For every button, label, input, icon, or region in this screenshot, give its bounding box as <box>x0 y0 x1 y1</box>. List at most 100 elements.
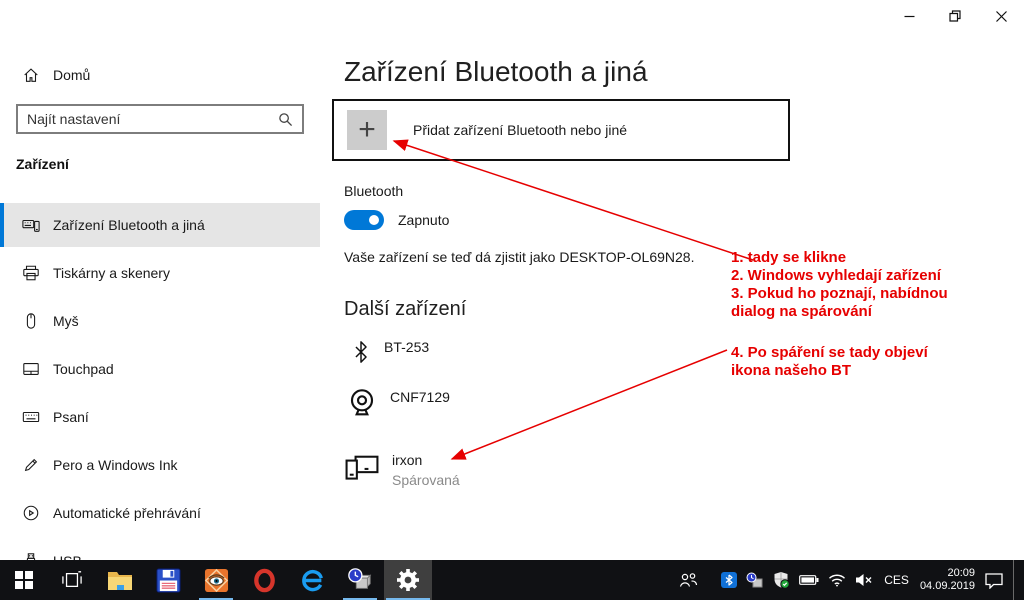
minimize-button[interactable] <box>886 0 932 32</box>
annotation-line: 4. Po spáření se tady objeví <box>731 344 928 362</box>
file-explorer-icon <box>107 569 133 591</box>
nav-label: Myš <box>53 313 79 329</box>
restore-button[interactable] <box>932 0 978 32</box>
restore-icon <box>949 10 961 22</box>
home-icon <box>22 66 40 84</box>
device-status: Spárovaná <box>392 472 460 488</box>
bluetooth-toggle[interactable] <box>344 210 384 230</box>
printer-icon <box>22 264 40 282</box>
annotation-line: 1. tady se klikne <box>731 249 948 267</box>
battery-icon <box>799 572 819 588</box>
arrow-to-irxon <box>452 350 727 459</box>
nav-label: Tiskárny a skenery <box>53 265 170 281</box>
annotation-line: ikona našeho BT <box>731 362 928 380</box>
wifi-icon <box>828 573 846 587</box>
sidebar-item-typing[interactable]: Psaní <box>0 395 320 439</box>
start-button[interactable] <box>0 560 48 600</box>
opera-button[interactable] <box>240 560 288 600</box>
minimize-icon <box>904 11 915 22</box>
floppy-disk-icon <box>156 568 181 593</box>
sidebar-item-printers[interactable]: Tiskárny a skenery <box>0 251 320 295</box>
action-center-icon <box>984 572 1004 589</box>
phone-monitor-icon <box>344 450 380 484</box>
opera-icon <box>252 568 277 593</box>
file-explorer-button[interactable] <box>96 560 144 600</box>
wifi-button[interactable] <box>828 573 846 587</box>
close-button[interactable] <box>978 0 1024 32</box>
touchpad-icon <box>22 360 40 378</box>
bluetooth-icon <box>350 337 372 367</box>
sidebar-section-header: Zařízení <box>16 156 69 172</box>
other-devices-heading: Další zařízení <box>344 298 466 321</box>
task-view-icon <box>61 570 83 590</box>
people-button[interactable] <box>679 572 698 588</box>
sidebar-home-label: Domů <box>53 67 90 83</box>
sidebar-item-home[interactable]: Domů <box>0 55 320 95</box>
volume-muted-icon <box>855 573 873 587</box>
show-desktop-button[interactable] <box>1013 560 1017 600</box>
defender-button[interactable] <box>772 571 790 589</box>
action-center-button[interactable] <box>984 572 1004 589</box>
annotation-steps-1: 1. tady se klikne 2. Windows vyhledají z… <box>731 249 948 321</box>
device-name: CNF7129 <box>390 387 450 405</box>
sidebar-item-touchpad[interactable]: Touchpad <box>0 347 320 391</box>
settings-button[interactable] <box>384 560 432 600</box>
people-icon <box>679 572 698 588</box>
sidebar: Domů Zařízení Zařízení Bluetooth a jiná … <box>0 0 320 560</box>
annotation-steps-2: 4. Po spáření se tady objeví ikona našeh… <box>731 344 928 380</box>
annotation-line: 2. Windows vyhledají zařízení <box>731 267 948 285</box>
nav-label: Pero a Windows Ink <box>53 457 178 473</box>
clock-date[interactable]: 20:09 04.09.2019 <box>920 567 975 593</box>
bluetooth-tray-icon <box>721 572 737 588</box>
search-icon[interactable] <box>278 112 293 127</box>
devices-icon <box>22 216 40 234</box>
bluetooth-tray-button[interactable] <box>721 572 737 588</box>
add-device-button[interactable]: + Přidat zařízení Bluetooth nebo jiné <box>332 99 790 161</box>
add-device-label: Přidat zařízení Bluetooth nebo jiné <box>413 122 627 138</box>
annotation-line: dialog na spárování <box>731 303 948 321</box>
clock-app-button[interactable] <box>336 560 384 600</box>
clock-app-tray-button[interactable] <box>746 572 763 588</box>
nav-label: Touchpad <box>53 361 114 377</box>
volume-muted-button[interactable] <box>855 573 873 587</box>
page-title: Zařízení Bluetooth a jiná <box>344 56 648 88</box>
image-viewer-eye-icon <box>204 568 229 593</box>
sidebar-item-pen[interactable]: Pero a Windows Ink <box>0 443 320 487</box>
keyboard-icon <box>22 408 40 426</box>
device-name: BT-253 <box>384 337 429 355</box>
pen-icon <box>22 456 40 474</box>
taskbar: CES 20:09 04.09.2019 <box>0 560 1024 600</box>
edge-button[interactable] <box>288 560 336 600</box>
sidebar-item-autoplay[interactable]: Automatické přehrávání <box>0 491 320 535</box>
tray-time: 20:09 <box>920 567 975 580</box>
mouse-icon <box>22 312 40 330</box>
image-viewer-button[interactable] <box>192 560 240 600</box>
bluetooth-heading: Bluetooth <box>344 183 403 199</box>
autoplay-icon <box>22 504 40 522</box>
device-row-bt253[interactable]: BT-253 <box>350 337 429 367</box>
webcam-icon <box>346 387 378 419</box>
floppy-app-button[interactable] <box>144 560 192 600</box>
sidebar-item-mouse[interactable]: Myš <box>0 299 320 343</box>
nav-label: Automatické přehrávání <box>53 505 201 521</box>
bluetooth-toggle-state: Zapnuto <box>398 212 449 228</box>
settings-window: Nastavení Domů Zařízení Zařízení Bluetoo… <box>0 0 1024 600</box>
system-tray: CES 20:09 04.09.2019 <box>679 560 1024 600</box>
nav-label: Psaní <box>53 409 89 425</box>
search-input[interactable] <box>27 111 278 127</box>
task-view-button[interactable] <box>48 560 96 600</box>
battery-button[interactable] <box>799 572 819 588</box>
device-name: irxon <box>392 450 460 468</box>
annotation-line: 3. Pokud ho poznají, nabídnou <box>731 285 948 303</box>
search-box <box>16 104 304 134</box>
device-row-cnf7129[interactable]: CNF7129 <box>346 387 450 419</box>
selected-accent-bar <box>0 203 4 247</box>
device-row-irxon[interactable]: irxon Spárovaná <box>344 450 460 488</box>
language-indicator[interactable]: CES <box>882 573 911 587</box>
discoverable-text: Vaše zařízení se teď dá zjistit jako DES… <box>344 249 694 265</box>
edge-icon <box>300 568 325 593</box>
sidebar-item-bluetooth-devices[interactable]: Zařízení Bluetooth a jiná <box>0 203 320 247</box>
windows-start-icon <box>15 571 33 589</box>
tray-date: 04.09.2019 <box>920 580 975 593</box>
toggle-knob <box>369 215 379 225</box>
